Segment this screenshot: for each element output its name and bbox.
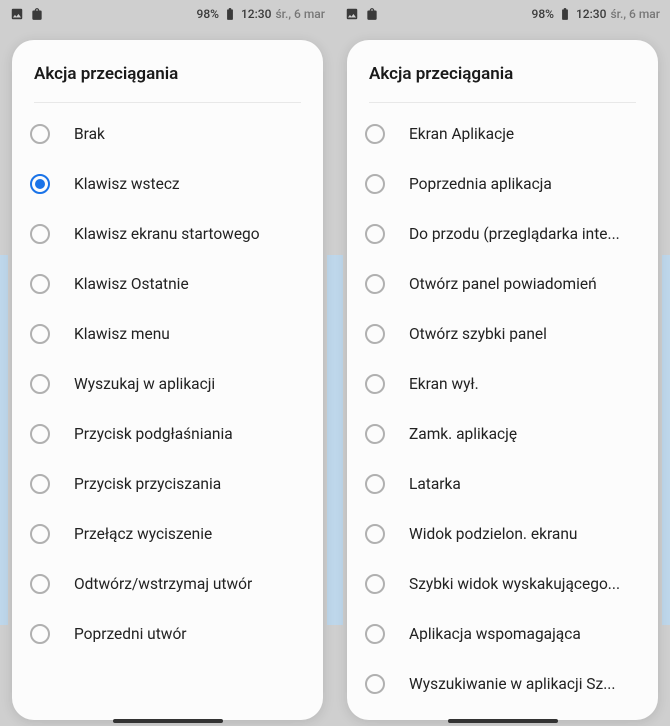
radio-list[interactable]: Brak Klawisz wstecz Klawisz ekranu startow… <box>12 103 323 720</box>
radio-label: Brak <box>74 125 105 143</box>
radio-option[interactable]: Szybki widok wyskakującego... <box>347 559 658 609</box>
dialog-card: Akcja przeciągania Ekran Aplikacje Poprze… <box>347 40 658 720</box>
phone-screen-left: 98% 12:30 śr., 6 mar Akcja przeciągania … <box>0 0 335 726</box>
radio-label: Ekran Aplikacje <box>409 125 514 143</box>
radio-option[interactable]: Przełącz wyciszenie <box>12 509 323 559</box>
shop-icon <box>30 7 44 21</box>
battery-pct: 98% <box>532 7 554 21</box>
date: śr., 6 mar <box>610 7 660 21</box>
radio-option[interactable]: Przycisk przyciszania <box>12 459 323 509</box>
radio-label: Zamk. aplikację <box>409 425 517 443</box>
radio-option[interactable]: Wyszukiwanie w aplikacji Sz... <box>347 659 658 709</box>
date: śr., 6 mar <box>275 7 325 21</box>
radio-option[interactable]: Ekran Aplikacje <box>347 109 658 159</box>
radio-label: Klawisz Ostatnie <box>74 275 189 293</box>
radio-option[interactable]: Klawisz wstecz <box>12 159 323 209</box>
radio-option[interactable]: Aplikacja wspomagająca <box>347 609 658 659</box>
dialog-title: Akcja przeciągania <box>369 64 636 84</box>
radio-list[interactable]: Ekran Aplikacje Poprzednia aplikacja Do pr… <box>347 103 658 720</box>
image-icon <box>10 7 24 21</box>
radio-option[interactable]: Poprzednia aplikacja <box>347 159 658 209</box>
radio-icon[interactable] <box>365 624 385 644</box>
radio-option[interactable]: Klawisz menu <box>12 309 323 359</box>
radio-label: Szybki widok wyskakującego... <box>409 575 620 593</box>
time: 12:30 <box>241 7 271 21</box>
radio-option[interactable]: Do przodu (przeglądarka inte... <box>347 209 658 259</box>
radio-label: Odtwórz/wstrzymaj utwór <box>74 575 252 593</box>
radio-label: Aplikacja wspomagająca <box>409 625 581 643</box>
radio-label: Wyszukiwanie w aplikacji Sz... <box>409 675 615 693</box>
radio-option[interactable]: Poprzedni utwór <box>12 609 323 659</box>
radio-label: Do przodu (przeglądarka inte... <box>409 225 620 243</box>
radio-icon[interactable] <box>30 374 50 394</box>
edge-panel-left[interactable] <box>335 255 343 625</box>
radio-label: Poprzednia aplikacja <box>409 175 552 193</box>
dialog-title: Akcja przeciągania <box>34 64 301 84</box>
radio-option[interactable]: Ekran wył. <box>347 359 658 409</box>
radio-label: Przycisk podgłaśniania <box>74 425 233 443</box>
radio-label: Klawisz wstecz <box>74 175 180 193</box>
radio-option[interactable]: Klawisz ekranu startowego <box>12 209 323 259</box>
status-bar: 98% 12:30 śr., 6 mar <box>0 0 335 28</box>
radio-label: Otwórz panel powiadomień <box>409 275 597 293</box>
edge-panel-left[interactable] <box>0 255 8 625</box>
radio-icon[interactable] <box>365 324 385 344</box>
radio-icon[interactable] <box>30 624 50 644</box>
nav-handle[interactable] <box>448 719 558 723</box>
radio-icon[interactable] <box>30 224 50 244</box>
edge-panel-right[interactable] <box>662 255 670 625</box>
radio-icon[interactable] <box>365 274 385 294</box>
radio-icon[interactable] <box>30 524 50 544</box>
radio-option[interactable]: Brak <box>12 109 323 159</box>
dialog-card: Akcja przeciągania Brak Klawisz wstecz Kla… <box>12 40 323 720</box>
status-bar: 98% 12:30 śr., 6 mar <box>335 0 670 28</box>
radio-option[interactable]: Przycisk podgłaśniania <box>12 409 323 459</box>
radio-label: Klawisz menu <box>74 325 170 343</box>
radio-icon[interactable] <box>365 474 385 494</box>
radio-icon[interactable] <box>365 424 385 444</box>
radio-label: Otwórz szybki panel <box>409 325 547 343</box>
radio-icon[interactable] <box>365 174 385 194</box>
radio-label: Przełącz wyciszenie <box>74 525 212 543</box>
radio-option[interactable]: Otwórz szybki panel <box>347 309 658 359</box>
shop-icon <box>365 7 379 21</box>
battery-icon <box>558 7 572 21</box>
radio-label: Ekran wył. <box>409 375 479 393</box>
radio-option[interactable]: Zamk. aplikację <box>347 409 658 459</box>
radio-icon[interactable] <box>30 324 50 344</box>
battery-pct: 98% <box>197 7 219 21</box>
edge-panel-right[interactable] <box>327 255 335 625</box>
radio-icon[interactable] <box>30 174 50 194</box>
battery-icon <box>223 7 237 21</box>
radio-icon[interactable] <box>365 574 385 594</box>
radio-icon[interactable] <box>30 424 50 444</box>
image-icon <box>345 7 359 21</box>
radio-option[interactable]: Wyszukaj w aplikacji <box>12 359 323 409</box>
radio-label: Wyszukaj w aplikacji <box>74 375 215 393</box>
radio-label: Klawisz ekranu startowego <box>74 225 260 243</box>
radio-option[interactable]: Otwórz panel powiadomień <box>347 259 658 309</box>
radio-label: Latarka <box>409 475 461 493</box>
radio-icon[interactable] <box>365 224 385 244</box>
radio-icon[interactable] <box>365 124 385 144</box>
radio-label: Przycisk przyciszania <box>74 475 221 493</box>
radio-icon[interactable] <box>365 374 385 394</box>
radio-option[interactable]: Widok podzielon. ekranu <box>347 509 658 559</box>
radio-option[interactable]: Odtwórz/wstrzymaj utwór <box>12 559 323 609</box>
radio-icon[interactable] <box>30 474 50 494</box>
radio-icon[interactable] <box>30 124 50 144</box>
time: 12:30 <box>576 7 606 21</box>
radio-option[interactable]: Latarka <box>347 459 658 509</box>
radio-icon[interactable] <box>30 274 50 294</box>
phone-screen-right: 98% 12:30 śr., 6 mar Akcja przeciągania … <box>335 0 670 726</box>
radio-icon[interactable] <box>30 574 50 594</box>
radio-label: Poprzedni utwór <box>74 625 187 643</box>
radio-label: Widok podzielon. ekranu <box>409 525 577 543</box>
radio-icon[interactable] <box>365 524 385 544</box>
radio-option[interactable]: Klawisz Ostatnie <box>12 259 323 309</box>
radio-icon[interactable] <box>365 674 385 694</box>
nav-handle[interactable] <box>113 719 223 723</box>
